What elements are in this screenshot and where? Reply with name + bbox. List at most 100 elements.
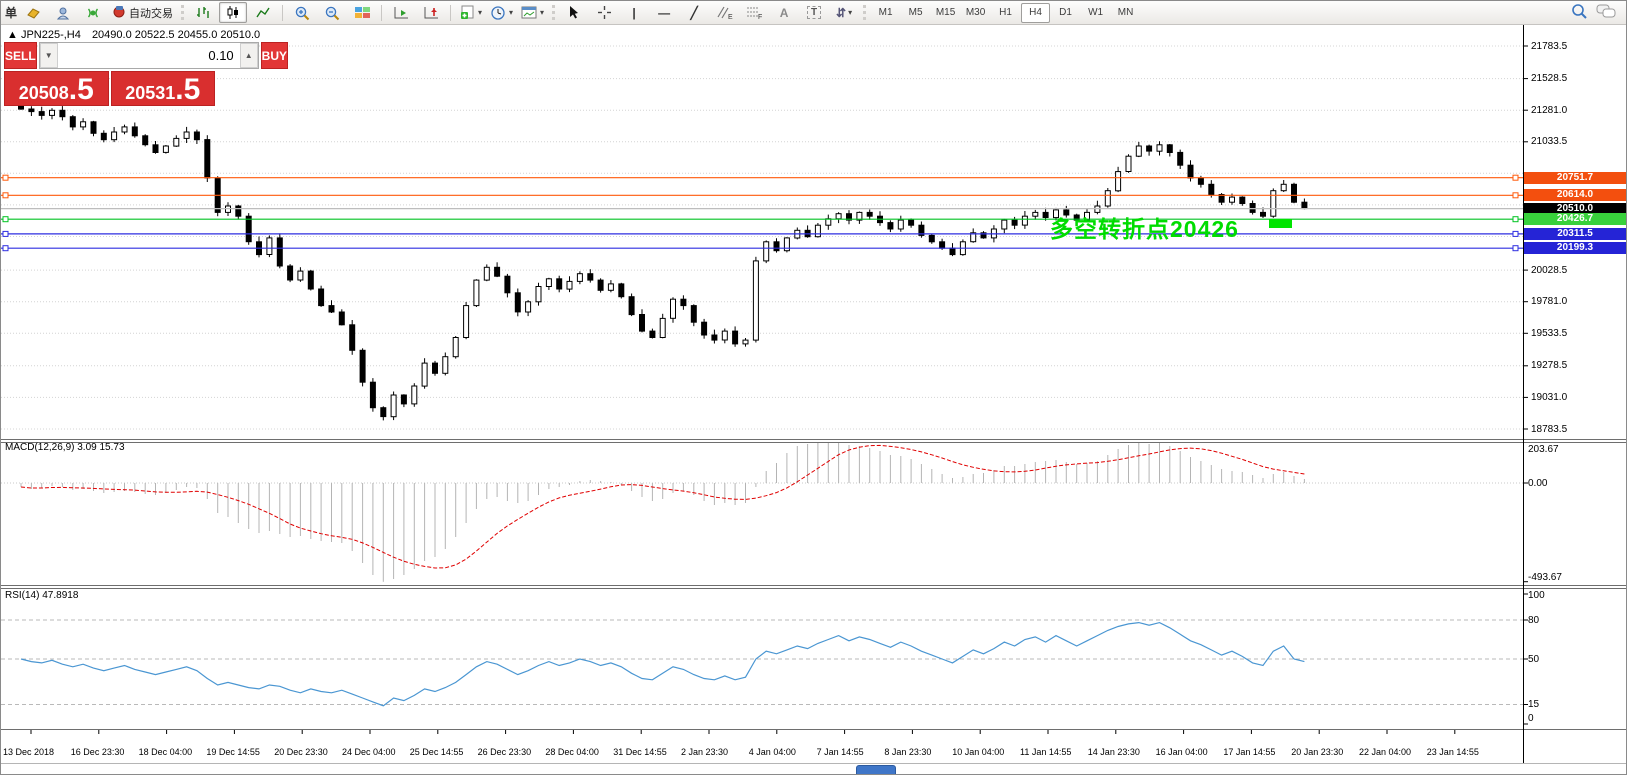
timeframe-m30[interactable]: M30: [961, 3, 990, 23]
zoom-in-button[interactable]: [288, 2, 316, 23]
price-axis-label: 19278.5: [1531, 360, 1567, 371]
date-axis-label[interactable]: 22 Jan 04:00: [1359, 747, 1411, 757]
auto-scroll-button[interactable]: [387, 2, 415, 23]
cursor-button[interactable]: [560, 2, 588, 23]
price-tag[interactable]: 20614.0: [1524, 189, 1626, 201]
volume-increase-button[interactable]: ▲: [240, 43, 258, 68]
highlight-bar[interactable]: [1269, 219, 1292, 228]
autotrade-button[interactable]: 自动交易: [109, 2, 176, 23]
line-chart-button[interactable]: [249, 2, 277, 23]
arrows-button[interactable]: ⇵ ▾: [830, 2, 858, 23]
timeframe-m5[interactable]: M5: [901, 3, 930, 23]
volume-input[interactable]: [58, 43, 240, 68]
toolbar-separator: [450, 5, 451, 21]
volume-stepper: ▼ ▲: [39, 42, 259, 69]
sell-price-display[interactable]: 20508 .5: [4, 71, 109, 106]
date-axis-label[interactable]: 24 Dec 04:00: [342, 747, 396, 757]
ohlc-values: 20490.0 20522.5 20455.0 20510.0: [92, 29, 260, 41]
sell-price-frac: .5: [69, 77, 94, 103]
buy-button[interactable]: BUY: [261, 42, 288, 69]
date-axis-label[interactable]: 16 Jan 04:00: [1156, 747, 1208, 757]
date-axis-label[interactable]: 11 Jan 14:55: [1020, 747, 1071, 757]
date-axis-label[interactable]: 13 Dec 2018: [3, 747, 54, 757]
trendline-button[interactable]: ╱: [680, 2, 708, 23]
date-axis-label[interactable]: 10 Jan 04:00: [952, 747, 1004, 757]
zoom-out-button[interactable]: [318, 2, 346, 23]
date-axis-label[interactable]: 20 Jan 23:30: [1291, 747, 1343, 757]
chart-annotation-text[interactable]: 多空转折点20426: [1050, 210, 1239, 244]
date-axis-label[interactable]: 14 Jan 23:30: [1088, 747, 1140, 757]
tile-windows-button[interactable]: [348, 2, 376, 23]
timeframe-d1[interactable]: D1: [1051, 3, 1080, 23]
chevron-down-icon: ▾: [509, 8, 513, 17]
label-t-glyph: T: [807, 6, 821, 19]
profile-icon[interactable]: [49, 2, 77, 23]
date-axis-label[interactable]: 20 Dec 23:30: [274, 747, 328, 757]
date-axis-label[interactable]: 28 Dec 04:00: [545, 747, 599, 757]
menu-label[interactable]: 单: [5, 4, 17, 21]
price-tag[interactable]: 20311.5: [1524, 228, 1626, 240]
price-tag[interactable]: 20426.7: [1524, 213, 1626, 225]
chart-shift-button[interactable]: [417, 2, 445, 23]
sell-price-int: 20508: [19, 83, 69, 103]
symbol-period: JPN225-,H4: [21, 29, 81, 41]
volume-decrease-button[interactable]: ▼: [40, 43, 58, 68]
date-axis-label[interactable]: 8 Jan 23:30: [884, 747, 931, 757]
chart-plot[interactable]: [1, 1, 1627, 775]
buy-price-display[interactable]: 20531 .5: [111, 71, 216, 106]
date-axis-label[interactable]: 25 Dec 14:55: [410, 747, 464, 757]
vertical-line-button[interactable]: |: [620, 2, 648, 23]
rsi-axis-label: 80: [1528, 615, 1539, 626]
collapse-icon[interactable]: ▲: [7, 29, 18, 41]
search-icon[interactable]: [1570, 3, 1588, 23]
taskbar-peek-widget[interactable]: [856, 765, 896, 775]
macd-signal-line: [21, 445, 1304, 568]
bar-chart-button[interactable]: [189, 2, 217, 23]
date-axis-label[interactable]: 19 Dec 14:55: [206, 747, 260, 757]
date-axis-label[interactable]: 2 Jan 23:30: [681, 747, 728, 757]
date-axis-label[interactable]: 18 Dec 04:00: [139, 747, 193, 757]
fibonacci-button[interactable]: F: [740, 2, 768, 23]
channel-button[interactable]: E: [710, 2, 738, 23]
rsi-line: [21, 623, 1304, 706]
text-button[interactable]: A: [770, 2, 798, 23]
date-axis-label[interactable]: 23 Jan 14:55: [1427, 747, 1479, 757]
periods-button[interactable]: ▾: [487, 2, 516, 23]
timeframe-m15[interactable]: M15: [931, 3, 960, 23]
panel-separator-macd[interactable]: [1, 439, 1626, 443]
candlestick-chart-button[interactable]: [219, 2, 247, 23]
price-axis-border: [1523, 24, 1524, 763]
date-axis-label[interactable]: 31 Dec 14:55: [613, 747, 667, 757]
signal-icon[interactable]: [79, 2, 107, 23]
timeframe-w1[interactable]: W1: [1081, 3, 1110, 23]
horizontal-line-button[interactable]: —: [650, 2, 678, 23]
rsi-axis-label: 50: [1528, 654, 1539, 665]
timeframe-h1[interactable]: H1: [991, 3, 1020, 23]
date-axis-label[interactable]: 17 Jan 14:55: [1223, 747, 1275, 757]
price-tag[interactable]: 20199.3: [1524, 242, 1626, 254]
chat-icon[interactable]: [1596, 3, 1616, 22]
timeframe-mn[interactable]: MN: [1111, 3, 1140, 23]
toolbar-separator: [381, 5, 382, 21]
text-label-button[interactable]: T: [800, 2, 828, 23]
date-axis-label[interactable]: 16 Dec 23:30: [71, 747, 125, 757]
one-click-trading-panel: SELL ▼ ▲ BUY 20508 .5 20531 .5: [4, 42, 215, 106]
seal-icon[interactable]: [19, 2, 47, 23]
timeframe-m1[interactable]: M1: [871, 3, 900, 23]
rsi-axis-label: 15: [1528, 699, 1539, 710]
new-order-button[interactable]: ▾: [456, 2, 485, 23]
price-axis-label: 19533.5: [1531, 328, 1567, 339]
crosshair-button[interactable]: [590, 2, 618, 23]
price-axis-label: 20028.5: [1531, 265, 1567, 276]
mt4-window: 单 自动交易: [0, 0, 1627, 775]
date-axis-label[interactable]: 4 Jan 04:00: [749, 747, 796, 757]
horizontal-level-lines[interactable]: [1, 175, 1523, 251]
chart-title: ▲ JPN225-,H4 20490.0 20522.5 20455.0 205…: [7, 29, 260, 41]
panel-separator-rsi[interactable]: [1, 585, 1626, 589]
date-axis-label[interactable]: 26 Dec 23:30: [478, 747, 532, 757]
date-axis-label[interactable]: 7 Jan 14:55: [817, 747, 864, 757]
templates-button[interactable]: ▾: [518, 2, 547, 23]
timeframe-h4[interactable]: H4: [1021, 3, 1050, 23]
price-tag[interactable]: 20751.7: [1524, 172, 1626, 184]
sell-button[interactable]: SELL: [4, 42, 37, 69]
